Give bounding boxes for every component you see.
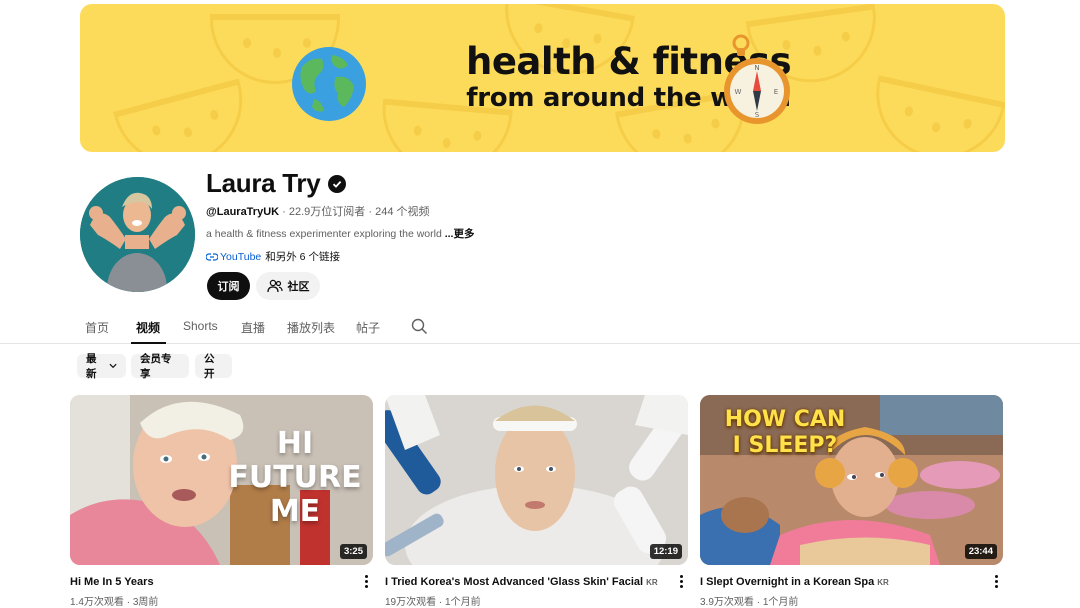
compass-north: N (754, 64, 759, 72)
video-title[interactable]: I Tried Korea's Most Advanced 'Glass Ski… (385, 576, 658, 588)
more-options-icon[interactable] (363, 575, 369, 589)
view-count: 3.9万次观看 (700, 597, 754, 608)
tab-videos[interactable]: 视频 (136, 319, 160, 336)
tab-live[interactable]: 直播 (241, 319, 265, 336)
more-links[interactable]: 和另外 6 个链接 (265, 249, 340, 264)
tab-posts[interactable]: 帖子 (356, 319, 380, 336)
meta-separator: · (368, 206, 373, 218)
video-title[interactable]: I Slept Overnight in a Korean Spa KR (700, 576, 889, 588)
compass-east: E (774, 88, 778, 96)
video-title[interactable]: Hi Me In 5 Years (70, 576, 154, 588)
stats-separator: · (756, 597, 761, 608)
caption-line: FUTURE (228, 460, 362, 495)
compass-south: S (755, 111, 760, 119)
upload-age: 3周前 (132, 597, 159, 608)
view-count: 19万次观看 (385, 597, 437, 608)
stats-separator: · (126, 597, 131, 608)
more-options-icon[interactable] (678, 575, 684, 589)
video-card[interactable]: 12:19 I Tried Korea's Most Advanced 'Gla… (385, 395, 688, 608)
video-count: 244 个视频 (375, 206, 430, 218)
more-link[interactable]: ...更多 (445, 228, 475, 240)
caption-line: HOW CAN (724, 407, 846, 432)
caption-line: HI (276, 426, 314, 461)
country-badge: KR (877, 578, 889, 587)
globe-icon (292, 47, 366, 121)
community-button[interactable]: 社区 (256, 272, 320, 300)
video-title-text[interactable]: I Tried Korea's Most Advanced 'Glass Ski… (385, 576, 643, 588)
video-thumbnail[interactable]: 12:19 (385, 395, 688, 565)
tab-playlists[interactable]: 播放列表 (287, 319, 335, 336)
subscriber-count: 22.9万位订阅者 (288, 206, 366, 218)
more-options-icon[interactable] (993, 575, 999, 589)
people-icon (266, 279, 283, 293)
meta-separator: · (282, 206, 286, 218)
video-duration: 23:44 (964, 544, 997, 559)
link-icon (206, 252, 218, 261)
stats-separator: · (438, 597, 443, 608)
video-thumbnail[interactable]: HOW CAN I SLEEP? 23:44 (700, 395, 1003, 565)
channel-tabs: 首页 视频 Shorts 直播 播放列表 帖子 (0, 309, 1080, 344)
active-tab-indicator (131, 342, 166, 344)
video-stats: 1.4万次观看 · 3周前 (70, 593, 158, 608)
upload-age: 1个月前 (762, 597, 799, 608)
tab-home[interactable]: 首页 (85, 319, 109, 336)
video-duration: 3:25 (339, 544, 367, 559)
tab-shorts[interactable]: Shorts (183, 319, 218, 333)
filter-latest-label: 最新 (86, 353, 97, 380)
video-duration: 12:19 (649, 544, 682, 559)
compass-icon: N E S W (720, 33, 794, 127)
search-icon[interactable] (411, 318, 428, 335)
verified-check-icon (328, 174, 347, 193)
video-thumbnail[interactable]: HI FUTURE ME 3:25 (70, 395, 373, 565)
upload-age: 1个月前 (445, 597, 481, 608)
channel-meta: @LauraTryUK · 22.9万位订阅者 · 244 个视频 (206, 203, 430, 219)
channel-title: Laura Try (206, 168, 347, 199)
filter-public[interactable]: 公开 (195, 353, 232, 380)
channel-links[interactable]: YouTube 和另外 6 个链接 (206, 249, 340, 264)
banner-pattern (864, 75, 1005, 152)
video-title-text[interactable]: Hi Me In 5 Years (70, 576, 154, 588)
channel-handle: @LauraTryUK (206, 206, 280, 218)
video-card[interactable]: HI FUTURE ME 3:25 Hi Me In 5 Years 1.4万次… (70, 395, 373, 608)
filter-members[interactable]: 会员专享 (131, 353, 189, 380)
community-label: 社区 (287, 281, 310, 293)
view-count: 1.4万次观看 (70, 597, 124, 608)
filter-latest[interactable]: 最新 (77, 353, 126, 380)
video-card[interactable]: HOW CAN I SLEEP? 23:44 I Slept Overnight… (700, 395, 1003, 608)
video-stats: 3.9万次观看 · 1个月前 (700, 593, 798, 608)
description-text: a health & fitness experimenter explorin… (206, 228, 442, 240)
caption-line: ME (269, 494, 321, 529)
caption-line: I SLEEP? (732, 433, 838, 458)
video-title-text[interactable]: I Slept Overnight in a Korean Spa (700, 576, 874, 588)
thumbnail-caption: HI FUTURE ME (220, 427, 370, 529)
channel-avatar[interactable] (80, 177, 195, 292)
video-stats: 19万次观看 · 1个月前 (385, 593, 481, 608)
thumbnail-caption: HOW CAN I SLEEP? (710, 407, 860, 459)
channel-banner: health & fitness from around the world N… (80, 4, 1005, 152)
banner-pattern (113, 78, 257, 152)
youtube-link[interactable]: YouTube (220, 251, 261, 263)
chevron-down-icon (109, 363, 117, 369)
channel-name: Laura Try (206, 168, 321, 198)
channel-description[interactable]: a health & fitness experimenter explorin… (206, 226, 474, 241)
compass-west: W (735, 88, 742, 96)
subscribe-button[interactable]: 订阅 (207, 272, 250, 300)
country-badge: KR (646, 578, 658, 587)
